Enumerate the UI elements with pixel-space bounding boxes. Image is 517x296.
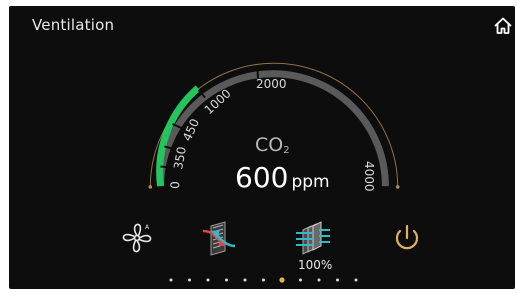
page-dot[interactable] — [262, 278, 265, 282]
page-dot[interactable] — [188, 278, 191, 282]
airflow-percent: 100% — [298, 258, 333, 272]
gauge-tick-350: 350 — [171, 146, 189, 171]
ventilation-screen: Ventilation 0 350 450 1000 2000 4000 CO2… — [9, 6, 515, 289]
heat-exchange-icon[interactable] — [199, 218, 239, 258]
power-icon[interactable] — [387, 218, 427, 258]
gauge-tick-4000: 4000 — [362, 161, 376, 192]
gauge-tick-2000: 2000 — [256, 77, 287, 91]
page-dot[interactable] — [206, 278, 210, 282]
filter-airflow-icon[interactable] — [293, 218, 333, 258]
co2-gauge: 0 350 450 1000 2000 4000 — [148, 62, 400, 192]
page-dot-active[interactable] — [279, 277, 285, 283]
page-dot[interactable] — [354, 278, 358, 282]
gauge-outline-end-left — [148, 185, 153, 189]
page-dot[interactable] — [225, 278, 228, 282]
fan-icon[interactable]: A — [117, 218, 157, 258]
gauge-tick-0: 0 — [168, 181, 182, 189]
gauge-seg-divider-1 — [160, 165, 171, 169]
page-dot[interactable] — [243, 278, 247, 282]
svg-text:A: A — [145, 224, 150, 231]
page-dot[interactable] — [336, 278, 339, 282]
page-indicator[interactable] — [167, 277, 367, 283]
page-dot[interactable] — [169, 278, 173, 282]
page-dot[interactable] — [299, 278, 302, 282]
page-dot[interactable] — [317, 278, 321, 282]
gauge-outline-end-right — [395, 185, 400, 189]
